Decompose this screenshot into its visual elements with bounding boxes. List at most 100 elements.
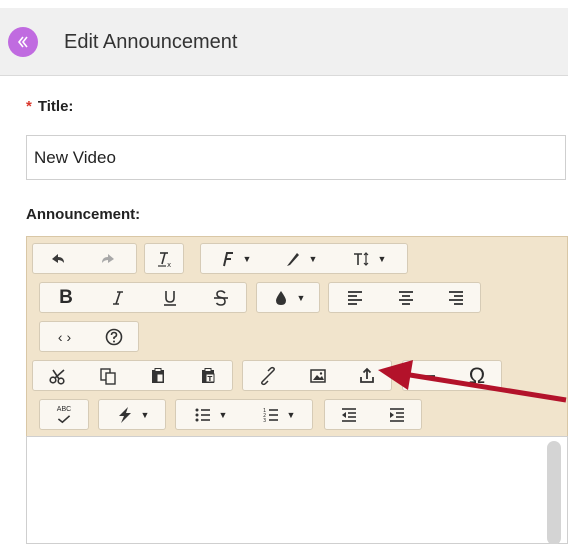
help-icon — [105, 328, 122, 345]
outdent-button[interactable] — [325, 400, 373, 429]
bullet-list-icon — [195, 408, 210, 421]
text-style-group: B — [39, 282, 247, 313]
list-group: ▼ 1 2 3 ▼ — [175, 399, 313, 430]
font-size-dropdown[interactable]: ▼ — [333, 244, 405, 273]
paste-text-button[interactable]: T — [183, 361, 232, 390]
spellcheck-icon — [57, 414, 71, 423]
title-input[interactable] — [26, 135, 566, 180]
special-character-icon: Ω — [468, 362, 486, 388]
announcement-field-label: Announcement: — [26, 206, 141, 223]
text-color-dropdown[interactable]: ▼ — [257, 283, 319, 312]
font-group: ▼ ▼ ▼ — [200, 243, 408, 274]
strikethrough-icon — [214, 289, 228, 306]
align-center-button[interactable] — [380, 283, 431, 312]
chevron-down-icon: ▼ — [296, 292, 306, 303]
text-color-group: ▼ — [256, 282, 320, 313]
align-left-button[interactable] — [329, 283, 380, 312]
bold-icon: B — [59, 286, 73, 308]
horizontal-rule-button[interactable] — [403, 361, 453, 390]
source-code-button[interactable]: ‹ › — [40, 322, 89, 351]
align-left-icon — [347, 290, 362, 305]
font-family-dropdown[interactable]: ▼ — [201, 244, 267, 273]
image-icon — [310, 368, 326, 383]
clipboard-group: T — [32, 360, 233, 391]
insert-media-group — [242, 360, 392, 391]
undo-button[interactable] — [33, 244, 83, 273]
page-header: Edit Announcement — [0, 8, 568, 76]
source-code-icon: ‹ › — [57, 328, 72, 345]
font-style-icon — [286, 252, 299, 266]
align-center-icon — [398, 290, 413, 305]
redo-icon — [102, 253, 114, 263]
cut-button[interactable] — [33, 361, 83, 390]
announcement-editor[interactable] — [26, 436, 568, 544]
indent-group — [324, 399, 422, 430]
spellcheck-label: ABC — [56, 405, 72, 413]
copy-icon — [100, 367, 116, 385]
redo-button[interactable] — [83, 244, 133, 273]
underline-button[interactable] — [144, 283, 196, 312]
clear-format-group: x — [144, 243, 184, 274]
link-button[interactable] — [243, 361, 293, 390]
upload-icon — [360, 367, 374, 383]
chevron-down-icon: ▼ — [286, 409, 296, 420]
image-button[interactable] — [293, 361, 343, 390]
numbered-list-dropdown[interactable]: 1 2 3 ▼ — [244, 400, 312, 429]
chevron-down-icon: ▼ — [218, 409, 228, 420]
horizontal-rule-icon — [421, 374, 435, 377]
scrollbar-thumb[interactable] — [547, 441, 561, 544]
title-label-text: Title: — [37, 98, 74, 115]
svg-text:3: 3 — [263, 418, 266, 424]
chevron-down-icon: ▼ — [377, 253, 387, 264]
numbered-list-icon: 123 — [263, 408, 278, 424]
paste-button[interactable] — [133, 361, 183, 390]
help-button[interactable] — [89, 322, 138, 351]
bold-button[interactable]: B — [40, 283, 92, 312]
align-right-icon — [448, 290, 463, 305]
upload-button[interactable] — [343, 361, 391, 390]
misc-group: ‹ › — [39, 321, 139, 352]
editor-scrollbar[interactable] — [547, 441, 561, 544]
copy-button[interactable] — [83, 361, 133, 390]
back-button[interactable] — [8, 27, 38, 57]
undo-icon — [52, 253, 64, 263]
bullet-list-dropdown[interactable]: ▼ — [176, 400, 244, 429]
text-color-icon — [275, 290, 286, 305]
paste-icon — [152, 367, 164, 383]
align-right-button[interactable] — [431, 283, 480, 312]
insert-dropdown[interactable]: ▼ — [99, 400, 165, 429]
special-character-button[interactable]: Ω — [453, 361, 501, 390]
link-icon — [261, 366, 275, 385]
editor-toolbar: x ▼ ▼ ▼ B ▼ ‹ › T Ω ABC ▼ ▼ 1 2 3 ▼ — [26, 236, 568, 436]
indent-button[interactable] — [373, 400, 421, 429]
svg-text:T: T — [207, 375, 212, 383]
page-title: Edit Announcement — [64, 31, 238, 53]
chevron-down-icon: ▼ — [308, 253, 318, 264]
strikethrough-button[interactable] — [196, 283, 246, 312]
clear-formatting-icon: x — [158, 251, 171, 269]
svg-text:x: x — [167, 261, 171, 269]
font-family-icon — [222, 251, 233, 266]
alignment-group — [328, 282, 481, 313]
outdent-icon — [342, 407, 356, 422]
insert-icon — [118, 406, 131, 423]
underline-icon — [164, 290, 176, 306]
font-size-icon — [353, 251, 368, 266]
required-marker: * — [26, 98, 32, 115]
italic-button[interactable] — [92, 283, 144, 312]
spellcheck-group: ABC — [39, 399, 89, 430]
spellcheck-button[interactable]: ABC — [40, 400, 88, 429]
clear-formatting-button[interactable]: x — [145, 244, 183, 273]
indent-icon — [390, 407, 404, 422]
cut-icon — [49, 368, 65, 385]
insert-dropdown-group: ▼ — [98, 399, 166, 430]
font-style-dropdown[interactable]: ▼ — [267, 244, 333, 273]
italic-icon — [113, 290, 123, 305]
chevron-down-icon: ▼ — [140, 409, 150, 420]
paste-text-icon: T — [201, 367, 214, 383]
insert-misc-group: Ω — [402, 360, 502, 391]
undo-redo-group — [32, 243, 137, 274]
chevron-down-icon: ▼ — [242, 253, 252, 264]
title-field-label: * Title: — [26, 98, 73, 115]
double-chevron-left-icon — [17, 36, 28, 48]
